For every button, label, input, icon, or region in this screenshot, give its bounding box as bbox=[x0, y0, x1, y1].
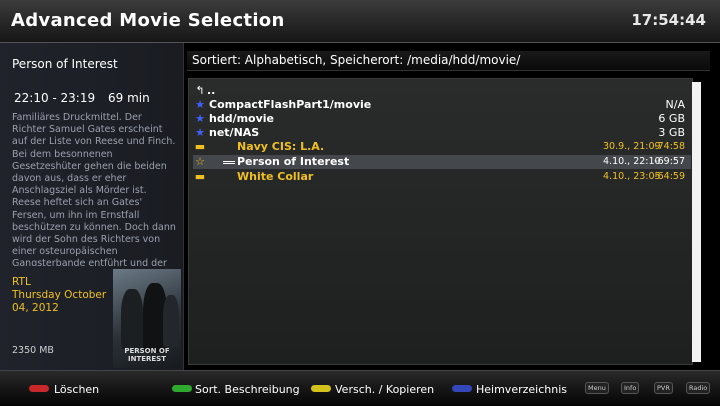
progress-line bbox=[223, 161, 235, 162]
movie-title: White Collar bbox=[237, 170, 314, 183]
time-range: 22:10 - 23:19 bbox=[14, 91, 96, 105]
green-key-label[interactable]: Sort. Beschreibung bbox=[195, 383, 300, 396]
movie-date: 30.9., 21:09 bbox=[603, 141, 661, 152]
location-name: CompactFlashPart1/movie bbox=[209, 98, 372, 111]
list-item-location[interactable]: ★ net/NAS 3 GB bbox=[193, 126, 691, 140]
show-title: Person of Interest bbox=[12, 57, 118, 71]
list-item-location[interactable]: ★ CompactFlashPart1/movie N/A bbox=[193, 98, 691, 112]
star-icon: ★ bbox=[195, 126, 205, 139]
info-panel: Person of Interest 22:10 - 23:19 69 min … bbox=[0, 43, 184, 370]
blue-key-icon[interactable] bbox=[452, 385, 472, 392]
clock: 17:54:44 bbox=[631, 11, 706, 29]
list-item-location[interactable]: ★ hdd/movie 6 GB bbox=[193, 112, 691, 126]
location-info: 6 GB bbox=[658, 112, 685, 125]
movie-date: 4.10., 23:05 bbox=[603, 171, 661, 182]
yellow-key-label[interactable]: Versch. / Kopieren bbox=[335, 383, 434, 396]
star-icon: ★ bbox=[195, 112, 205, 125]
movie-title: Person of Interest bbox=[237, 155, 350, 168]
movie-length: -64:59 bbox=[654, 171, 685, 182]
list-item-up[interactable]: ↰ .. bbox=[193, 84, 691, 98]
red-key-label[interactable]: Löschen bbox=[54, 383, 99, 396]
sort-path-text: Sortiert: Alphabetisch, Speicherort: /me… bbox=[192, 53, 521, 67]
folder-icon: ▬ bbox=[194, 140, 206, 153]
app-title: Advanced Movie Selection bbox=[11, 10, 285, 31]
star-icon: ☆ bbox=[195, 155, 205, 168]
red-key-icon[interactable] bbox=[29, 385, 49, 392]
green-key-icon[interactable] bbox=[172, 385, 192, 392]
radio-button[interactable]: Radio bbox=[686, 382, 711, 394]
up-label: .. bbox=[207, 84, 216, 97]
yellow-key-icon[interactable] bbox=[311, 385, 331, 392]
pvr-button[interactable]: PVR bbox=[654, 382, 673, 394]
scrollbar[interactable] bbox=[692, 82, 701, 362]
folder-icon: ▬ bbox=[194, 170, 206, 183]
list-item-movie[interactable]: ▬ Navy CIS: L.A. 30.9., 21:09 -74:58 bbox=[193, 140, 691, 154]
movie-length: -69:57 bbox=[654, 156, 685, 167]
poster-image: PERSON OF INTEREST bbox=[113, 269, 181, 368]
header-bar: Advanced Movie Selection 17:54:44 bbox=[0, 0, 720, 43]
list-item-movie-selected[interactable]: ☆ Person of Interest 4.10., 22:10 -69:57 bbox=[193, 155, 691, 169]
location-info: N/A bbox=[665, 98, 685, 111]
movie-date: 4.10., 22:10 bbox=[603, 156, 661, 167]
info-button[interactable]: Info bbox=[621, 382, 640, 394]
movie-title: Navy CIS: L.A. bbox=[237, 140, 325, 153]
back-arrow-icon: ↰ bbox=[195, 84, 205, 97]
location-name: net/NAS bbox=[209, 126, 260, 139]
movie-list[interactable]: ↰ .. ★ CompactFlashPart1/movie N/A ★ hdd… bbox=[188, 78, 693, 365]
poster-title: PERSON OF INTEREST bbox=[124, 347, 170, 363]
star-icon: ★ bbox=[195, 98, 205, 111]
list-item-movie[interactable]: ▬ White Collar 4.10., 23:05 -64:59 bbox=[193, 170, 691, 184]
file-size: 2350 MB bbox=[12, 345, 54, 356]
record-date: Thursday October 04, 2012 bbox=[12, 289, 107, 314]
sort-path-bar: Sortiert: Alphabetisch, Speicherort: /me… bbox=[187, 51, 710, 71]
movie-length: -74:58 bbox=[654, 141, 685, 152]
channel-name: RTL bbox=[12, 276, 31, 288]
description: Familiäres Druckmittel. Der Richter Samu… bbox=[12, 112, 176, 266]
location-name: hdd/movie bbox=[209, 112, 275, 125]
menu-button[interactable]: Menu bbox=[585, 382, 609, 394]
blue-key-label[interactable]: Heimverzeichnis bbox=[476, 383, 567, 396]
footer-bar: Löschen Sort. Beschreibung Versch. / Kop… bbox=[0, 370, 720, 406]
location-info: 3 GB bbox=[658, 126, 685, 139]
duration: 69 min bbox=[108, 91, 150, 105]
progress-line bbox=[223, 163, 235, 164]
